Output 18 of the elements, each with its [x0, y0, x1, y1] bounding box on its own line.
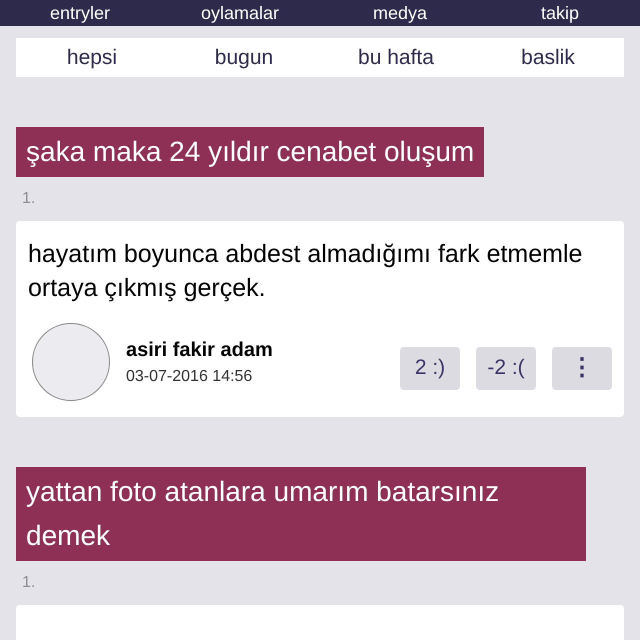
topic-title[interactable]: şaka maka 24 yıldır cenabet oluşum	[16, 127, 484, 177]
nav-tab[interactable]: medya	[320, 2, 480, 24]
entry-index: 1.	[22, 573, 36, 593]
entry-text: hayatım boyunca abdest almadığımı fark etmemle ortaya çıkmış gerçek.	[28, 239, 584, 304]
filter-tab[interactable]: bu hafta	[320, 42, 472, 74]
filter-tab[interactable]: bugun	[168, 42, 320, 74]
topic-title[interactable]: yattan foto atanlara umarım batarsınız demek	[16, 467, 586, 561]
entry-index: 1.	[22, 189, 36, 209]
filter-tab[interactable]: baslik	[472, 42, 624, 74]
nav-tab[interactable]: oylamalar	[160, 2, 320, 24]
author-name[interactable]: asiri fakir adam	[126, 335, 400, 365]
downvote-button[interactable]: -2 :(	[476, 346, 536, 390]
nav-tab[interactable]: takip	[480, 2, 640, 24]
more-button[interactable]: ⋮	[552, 346, 612, 390]
filter-tab[interactable]: hepsi	[16, 42, 168, 74]
upvote-button[interactable]: 2 :)	[400, 346, 460, 390]
nav-tab[interactable]: entryler	[0, 2, 160, 24]
entry-date: 03-07-2016 14:56	[126, 367, 254, 387]
